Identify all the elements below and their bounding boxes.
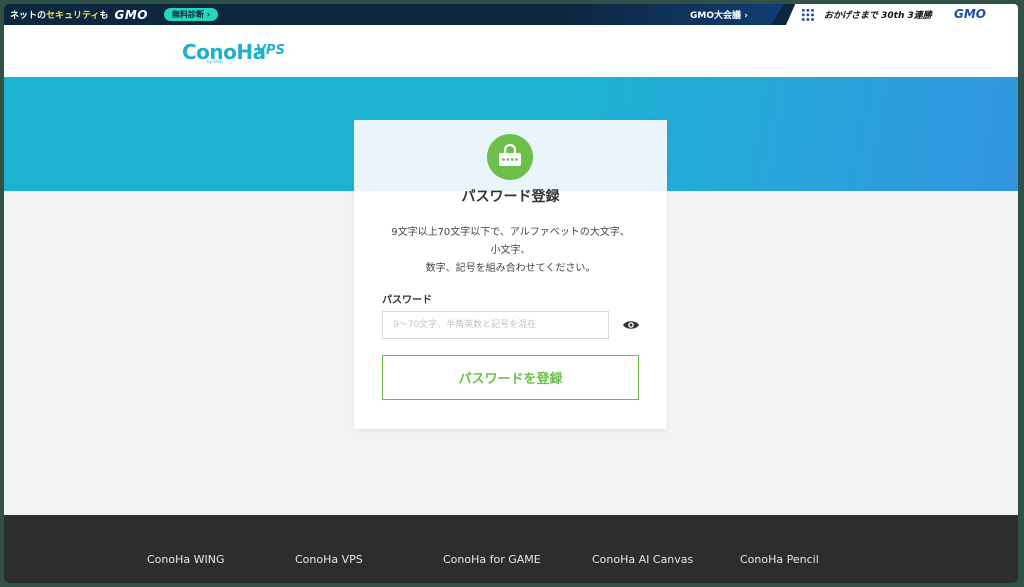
requirement-line-3: 数字、記号を組み合わせてください。 bbox=[425, 263, 596, 274]
register-password-button[interactable]: パスワードを登録 bbox=[382, 355, 639, 400]
gmo-security-promo[interactable]: ネットのセキュリティも GMO 無料診断 › bbox=[10, 4, 219, 25]
lock-icon-glyph bbox=[499, 143, 521, 166]
footer-link-conoha-vps[interactable]: ConoHa VPS bbox=[295, 553, 363, 566]
security-promo-text: ネットのセキュリティも bbox=[10, 11, 109, 21]
site-footer: ConoHa WING ConoHa VPS ConoHa for GAME C… bbox=[4, 515, 1018, 583]
footer-link-conoha-game[interactable]: ConoHa for GAME bbox=[443, 553, 541, 566]
lock-icon bbox=[487, 134, 533, 180]
footer-link-conoha-ai-canvas[interactable]: ConoHa AI Canvas bbox=[592, 553, 693, 566]
footer-link-conoha-pencil[interactable]: ConoHa Pencil bbox=[740, 553, 819, 566]
card-title: パスワード登録 bbox=[461, 189, 560, 205]
conoha-logo[interactable]: ConoHa bbox=[182, 40, 266, 64]
requirement-line-1: 9文字以上70文字以下で、アルファベットの大文字、 bbox=[391, 227, 630, 238]
grid-menu-icon[interactable] bbox=[801, 8, 815, 22]
gmo-conference-link[interactable]: GMO大会議 › bbox=[690, 8, 748, 21]
password-input[interactable] bbox=[382, 311, 609, 339]
gmo-logo-right[interactable]: GMO bbox=[954, 7, 986, 21]
site-header: ConoHa by GMO VPS bbox=[4, 25, 1018, 77]
okage-banner-text[interactable]: おかげさまで 30th 3連勝 bbox=[824, 8, 932, 21]
requirement-line-2: 小文字、 bbox=[490, 245, 531, 256]
browser-viewport: ネットのセキュリティも GMO 無料診断 › GMO大会議 › おかげさまで 3… bbox=[4, 4, 1018, 583]
password-register-card: パスワード登録 9文字以上70文字以下で、アルファベットの大文字、 小文字、 数… bbox=[354, 120, 667, 429]
footer-link-conoha-wing[interactable]: ConoHa WING bbox=[147, 553, 225, 566]
free-diagnosis-button[interactable]: 無料診断 › bbox=[164, 8, 219, 21]
product-name-vps: VPS bbox=[256, 43, 285, 58]
password-requirements: 9文字以上70文字以下で、アルファベットの大文字、 小文字、 数字、記号を組み合… bbox=[354, 224, 667, 278]
gmo-top-bar: ネットのセキュリティも GMO 無料診断 › GMO大会議 › おかげさまで 3… bbox=[4, 4, 1018, 25]
conoha-logo-sub: by GMO bbox=[207, 59, 223, 64]
gmo-bar-dark-segment bbox=[564, 4, 784, 25]
eye-icon[interactable] bbox=[622, 318, 640, 332]
gmo-logo: GMO bbox=[114, 7, 148, 22]
password-label: パスワード bbox=[382, 295, 432, 306]
